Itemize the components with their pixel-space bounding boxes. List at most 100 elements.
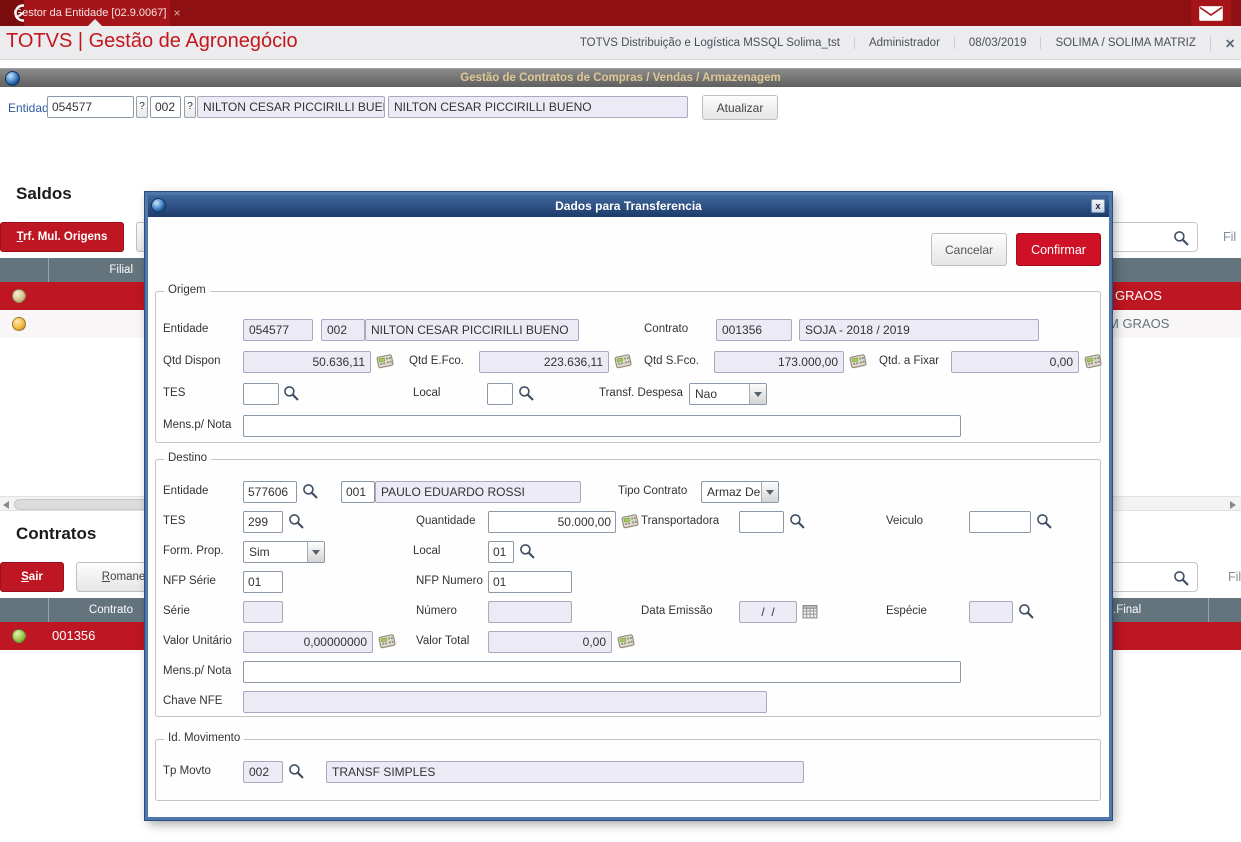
tp-movto-value: 002	[243, 761, 283, 783]
chevron-down-icon[interactable]	[761, 482, 778, 502]
destino-local-input[interactable]	[488, 541, 514, 563]
saldos-row2-fragment: M GRAOS	[1108, 316, 1170, 331]
origem-contrato-label: Contrato	[644, 323, 689, 335]
nfp-numero-input[interactable]	[488, 571, 572, 593]
destino-tes-input[interactable]	[243, 511, 283, 533]
calculator-icon[interactable]	[1084, 353, 1102, 369]
logged-user: Administrador	[853, 37, 940, 49]
nfp-serie-input[interactable]	[243, 571, 283, 593]
calculator-icon[interactable]	[614, 353, 632, 369]
entity-store-help-button[interactable]: ?	[184, 96, 196, 118]
numero-label: Número	[416, 605, 457, 617]
especie-value	[969, 601, 1013, 623]
mail-icon	[1199, 5, 1223, 21]
search-icon[interactable]	[283, 385, 299, 401]
app-brand-title: TOTVS | Gestão de Agronegócio	[6, 30, 298, 52]
origem-tes-input[interactable]	[243, 383, 279, 405]
search-icon[interactable]	[518, 385, 534, 401]
contrato-number-cell: 001356	[52, 628, 96, 643]
data-emissao-label: Data Emissão	[641, 605, 713, 617]
form-prop-select[interactable]: Sim	[243, 541, 325, 563]
origem-mens-nota-label: Mens.p/ Nota	[163, 419, 232, 431]
calculator-icon[interactable]	[376, 353, 394, 369]
destino-entidade-label: Entidade	[163, 485, 209, 497]
origem-contrato-descricao: SOJA - 2018 / 2019	[799, 319, 1039, 341]
origem-local-label: Local	[413, 387, 441, 399]
transf-despesa-select[interactable]: Nao	[689, 383, 767, 405]
quantidade-input[interactable]	[488, 511, 616, 533]
transportadora-input[interactable]	[739, 511, 784, 533]
veiculo-label: Veiculo	[886, 515, 924, 527]
search-icon[interactable]	[789, 513, 805, 529]
saldos-col-filial: Filial	[109, 264, 133, 276]
search-icon[interactable]	[288, 763, 304, 779]
mail-button[interactable]	[1191, 0, 1231, 26]
search-icon[interactable]	[288, 513, 304, 529]
destino-entidade-codigo-input[interactable]	[243, 481, 297, 503]
search-icon[interactable]	[1173, 570, 1189, 586]
calculator-icon[interactable]	[849, 353, 867, 369]
column-divider	[1208, 598, 1209, 622]
origem-local-input[interactable]	[487, 383, 513, 405]
chave-nfe-label: Chave NFE	[163, 695, 223, 707]
trf-mul-origens-button[interactable]: Trf. Mul. Origens	[0, 222, 124, 252]
calculator-icon[interactable]	[378, 633, 396, 649]
destino-mens-nota-input[interactable]	[243, 661, 961, 683]
origem-fieldset: Origem Entidade 054577 002 NILTON CESAR …	[155, 284, 1102, 443]
veiculo-input[interactable]	[969, 511, 1031, 533]
tipo-contrato-select[interactable]: Armaz De 3	[701, 481, 779, 503]
saldos-filter-label-fragment: Fil	[1223, 230, 1237, 244]
exit-item[interactable]: ✕E	[1209, 35, 1241, 51]
dialog-close-icon[interactable]: x	[1091, 199, 1105, 213]
chevron-down-icon[interactable]	[307, 542, 324, 562]
valor-unitario-value: 0,00000000	[243, 631, 373, 653]
top-window-bar: Gestor da Entidade [02.9.0067] ×	[0, 0, 1241, 26]
dialog-title-bar[interactable]: Dados para Transferencia x	[148, 195, 1109, 217]
calendar-icon[interactable]	[802, 604, 818, 619]
calculator-icon[interactable]	[621, 513, 639, 529]
company-branch: SOLIMA / SOLIMA MATRIZ	[1040, 37, 1196, 49]
active-tab-notch	[88, 19, 102, 26]
exit-icon[interactable]: ✕	[1225, 37, 1235, 51]
cancel-button[interactable]: Cancelar	[931, 233, 1007, 266]
tp-movto-descricao: TRANSF SIMPLES	[326, 761, 804, 783]
transportadora-label: Transportadora	[641, 515, 720, 527]
origem-entidade-label: Entidade	[163, 323, 209, 335]
origem-mens-nota-input[interactable]	[243, 415, 961, 437]
entity-code-help-button[interactable]: ?	[136, 96, 148, 118]
destino-entidade-loja-input[interactable]	[341, 481, 375, 503]
chevron-down-icon[interactable]	[749, 384, 766, 404]
scroll-right-icon[interactable]	[1230, 501, 1236, 509]
confirm-button[interactable]: Confirmar	[1016, 233, 1101, 266]
destino-mens-nota-label: Mens.p/ Nota	[163, 665, 232, 677]
saldos-section-title: Saldos	[16, 184, 72, 203]
environment-name: TOTVS Distribuição e Logística MSSQL Sol…	[579, 37, 840, 49]
qtd-a-fixar-label: Qtd. a Fixar	[879, 355, 940, 367]
destino-entidade-nome: PAULO EDUARDO ROSSI	[375, 481, 581, 503]
refresh-button[interactable]: Atualizar	[702, 95, 778, 120]
qtd-sfco-label: Qtd S.Fco.	[644, 355, 699, 367]
entity-name-confirm-display: NILTON CESAR PICCIRILLI BUENO	[388, 96, 688, 118]
id-movimento-legend: Id. Movimento	[164, 732, 245, 744]
chave-nfe-value	[243, 691, 767, 713]
contratos-section-title: Contratos	[16, 524, 97, 543]
search-icon[interactable]	[519, 543, 535, 559]
entity-code-input[interactable]	[47, 96, 134, 118]
calculator-icon[interactable]	[617, 633, 635, 649]
sair-button[interactable]: Sair	[0, 562, 64, 592]
qtd-dispon-value: 50.636,11	[243, 351, 371, 373]
tp-movto-label: Tp Movto	[163, 765, 211, 777]
status-green-icon	[12, 629, 26, 643]
search-icon[interactable]	[302, 483, 318, 499]
origem-entidade-nome: NILTON CESAR PICCIRILLI BUENO	[365, 319, 579, 341]
valor-total-value: 0,00	[488, 631, 612, 653]
especie-label: Espécie	[886, 605, 927, 617]
entity-store-input[interactable]	[150, 96, 181, 118]
scroll-left-icon[interactable]	[3, 501, 9, 509]
search-icon[interactable]	[1036, 513, 1052, 529]
search-icon[interactable]	[1018, 603, 1034, 619]
destino-local-label: Local	[413, 545, 441, 557]
tab-close-icon[interactable]: ×	[173, 7, 180, 19]
search-icon[interactable]	[1173, 230, 1189, 246]
origem-contrato-codigo: 001356	[716, 319, 792, 341]
